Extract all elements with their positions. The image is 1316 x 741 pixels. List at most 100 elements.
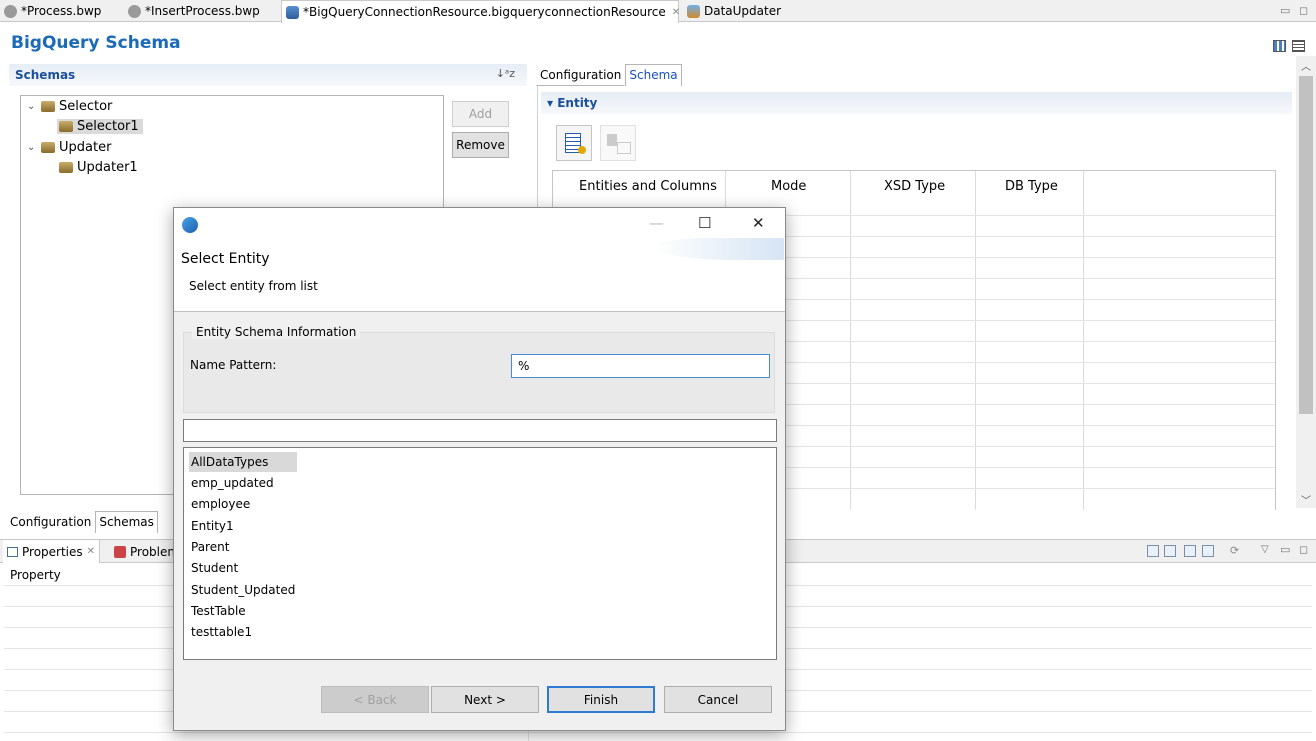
- list-item[interactable]: Entity1: [189, 516, 236, 536]
- group-label: Entity Schema Information: [192, 325, 361, 339]
- pin-icon[interactable]: [1202, 545, 1214, 557]
- entity-section-label: Entity: [557, 96, 598, 110]
- add-column-icon[interactable]: [600, 125, 636, 161]
- select-entity-dialog: — ☐ ✕ Select Entity Select entity from l…: [173, 207, 786, 731]
- app-logo-icon: [182, 217, 198, 233]
- editor-tab-insertprocess[interactable]: *InsertProcess.bwp: [124, 0, 274, 22]
- filter-input[interactable]: [183, 419, 777, 442]
- column-header[interactable]: Entities and Columns: [579, 179, 717, 194]
- list-item[interactable]: Parent: [189, 537, 231, 557]
- tab-problems[interactable]: Problen: [110, 540, 179, 563]
- gear-icon: [4, 4, 17, 18]
- list-item[interactable]: Student_Updated: [189, 580, 297, 600]
- column-header[interactable]: XSD Type: [884, 179, 945, 194]
- tab-label: Problen: [130, 544, 175, 559]
- properties-icon: [7, 546, 18, 557]
- tab-configuration[interactable]: Configuration: [536, 64, 626, 86]
- filter-icon[interactable]: [1184, 545, 1196, 557]
- dialog-title: Select Entity: [181, 251, 270, 267]
- column-header[interactable]: DB Type: [1005, 179, 1058, 194]
- dialog-header: — ☐ ✕ Select Entity Select entity from l…: [174, 208, 785, 312]
- vertical-layout-icon[interactable]: [1292, 40, 1305, 52]
- finish-button[interactable]: Finish: [547, 686, 655, 713]
- chevron-down-icon[interactable]: ▾: [547, 96, 553, 110]
- bigquery-resource-icon: [286, 5, 299, 19]
- schemas-header-label: Schemas: [15, 68, 76, 82]
- tree-node-selector1[interactable]: Selector1: [57, 119, 143, 134]
- banner-graphic: [654, 238, 784, 260]
- minimize-icon[interactable]: —: [649, 214, 664, 232]
- database-icon: [41, 142, 55, 153]
- list-item[interactable]: Student: [189, 558, 240, 578]
- gear-icon: [128, 4, 141, 18]
- tree-node-label: Updater1: [77, 160, 138, 175]
- editor-tab-dataupdater[interactable]: DataUpdater: [683, 0, 793, 22]
- data-updater-icon: [687, 4, 700, 18]
- tab-label: Properties: [22, 544, 83, 559]
- editor-tab-bar: *Process.bwp *InsertProcess.bwp *BigQuer…: [0, 0, 1316, 23]
- editor-tab-label: *BigQueryConnectionResource.bigqueryconn…: [303, 5, 666, 19]
- remove-button[interactable]: Remove: [452, 132, 509, 158]
- tree-node-label: Selector: [59, 99, 113, 114]
- minimize-icon[interactable]: ▭: [1280, 543, 1290, 556]
- name-pattern-label: Name Pattern:: [190, 358, 277, 372]
- tree-node-updater1[interactable]: Updater1: [59, 160, 138, 175]
- list-item[interactable]: AllDataTypes: [189, 452, 297, 472]
- tab-properties[interactable]: Properties ✕: [3, 540, 101, 563]
- tree-node-label: Updater: [59, 140, 112, 155]
- tab-schema[interactable]: Schema: [625, 64, 682, 86]
- tree-node-selector[interactable]: ⌄ Selector: [27, 99, 112, 114]
- entity-section-header: ▾ Entity: [541, 92, 1292, 114]
- database-icon: [59, 121, 73, 132]
- scrollbar-thumb[interactable]: [1299, 76, 1313, 414]
- editor-tab-label: *InsertProcess.bwp: [145, 4, 260, 18]
- tab-configuration[interactable]: Configuration: [6, 511, 95, 533]
- page-title: BigQuery Schema: [11, 33, 181, 53]
- close-icon[interactable]: ✕: [672, 7, 680, 18]
- editor-tab-process[interactable]: *Process.bwp: [0, 0, 122, 22]
- database-icon: [41, 101, 55, 112]
- maximize-icon[interactable]: ◻: [1299, 4, 1308, 17]
- problems-icon: [114, 545, 126, 558]
- tab-schemas[interactable]: Schemas: [95, 511, 158, 533]
- chevron-down-icon[interactable]: ⌄: [27, 142, 37, 153]
- close-icon[interactable]: ✕: [752, 214, 765, 232]
- minimize-icon[interactable]: ▭: [1280, 4, 1290, 17]
- maximize-icon[interactable]: ◻: [1299, 543, 1308, 556]
- list-item[interactable]: emp_updated: [189, 473, 276, 493]
- list-item[interactable]: testtable1: [189, 622, 254, 642]
- schemas-bottom-tabs: Configuration Schemas: [6, 511, 158, 533]
- cancel-button[interactable]: Cancel: [664, 686, 772, 713]
- back-button[interactable]: < Back: [321, 686, 429, 713]
- right-tab-bar: Configuration Schema: [536, 64, 682, 86]
- dialog-subtitle: Select entity from list: [189, 279, 318, 293]
- column-header: Property: [10, 568, 61, 582]
- vertical-scrollbar[interactable]: ︿ ﹀: [1296, 56, 1316, 508]
- schemas-section-header: Schemas ↓ᵃz: [9, 64, 527, 86]
- next-button[interactable]: Next >: [431, 686, 539, 713]
- maximize-icon[interactable]: ☐: [698, 214, 711, 232]
- editor-tab-label: *Process.bwp: [21, 4, 102, 18]
- column-header[interactable]: Mode: [771, 179, 806, 194]
- list-item[interactable]: TestTable: [189, 601, 248, 621]
- database-icon: [59, 162, 73, 173]
- scroll-up-icon[interactable]: ︿: [1301, 58, 1311, 73]
- add-entity-icon[interactable]: [556, 125, 592, 161]
- sort-alpha-icon[interactable]: ↓ᵃz: [496, 67, 515, 80]
- entity-list[interactable]: AllDataTypes emp_updated employee Entity…: [183, 447, 777, 660]
- scroll-down-icon[interactable]: ﹀: [1301, 492, 1311, 507]
- show-categories-icon[interactable]: [1147, 545, 1159, 557]
- chevron-down-icon[interactable]: ⌄: [27, 101, 37, 112]
- view-menu-icon[interactable]: ▽: [1261, 544, 1269, 555]
- name-pattern-input[interactable]: [511, 354, 770, 378]
- close-icon[interactable]: ✕: [87, 546, 95, 557]
- editor-tab-label: DataUpdater: [704, 4, 782, 18]
- list-item[interactable]: employee: [189, 494, 252, 514]
- horizontal-layout-icon[interactable]: [1273, 40, 1286, 52]
- tree-node-updater[interactable]: ⌄ Updater: [27, 140, 111, 155]
- restore-icon[interactable]: ⟳: [1230, 544, 1239, 557]
- tree-node-label: Selector1: [77, 119, 139, 134]
- show-advanced-icon[interactable]: [1164, 545, 1176, 557]
- editor-tab-bigquery-resource[interactable]: *BigQueryConnectionResource.bigqueryconn…: [281, 0, 680, 23]
- add-button[interactable]: Add: [452, 101, 509, 127]
